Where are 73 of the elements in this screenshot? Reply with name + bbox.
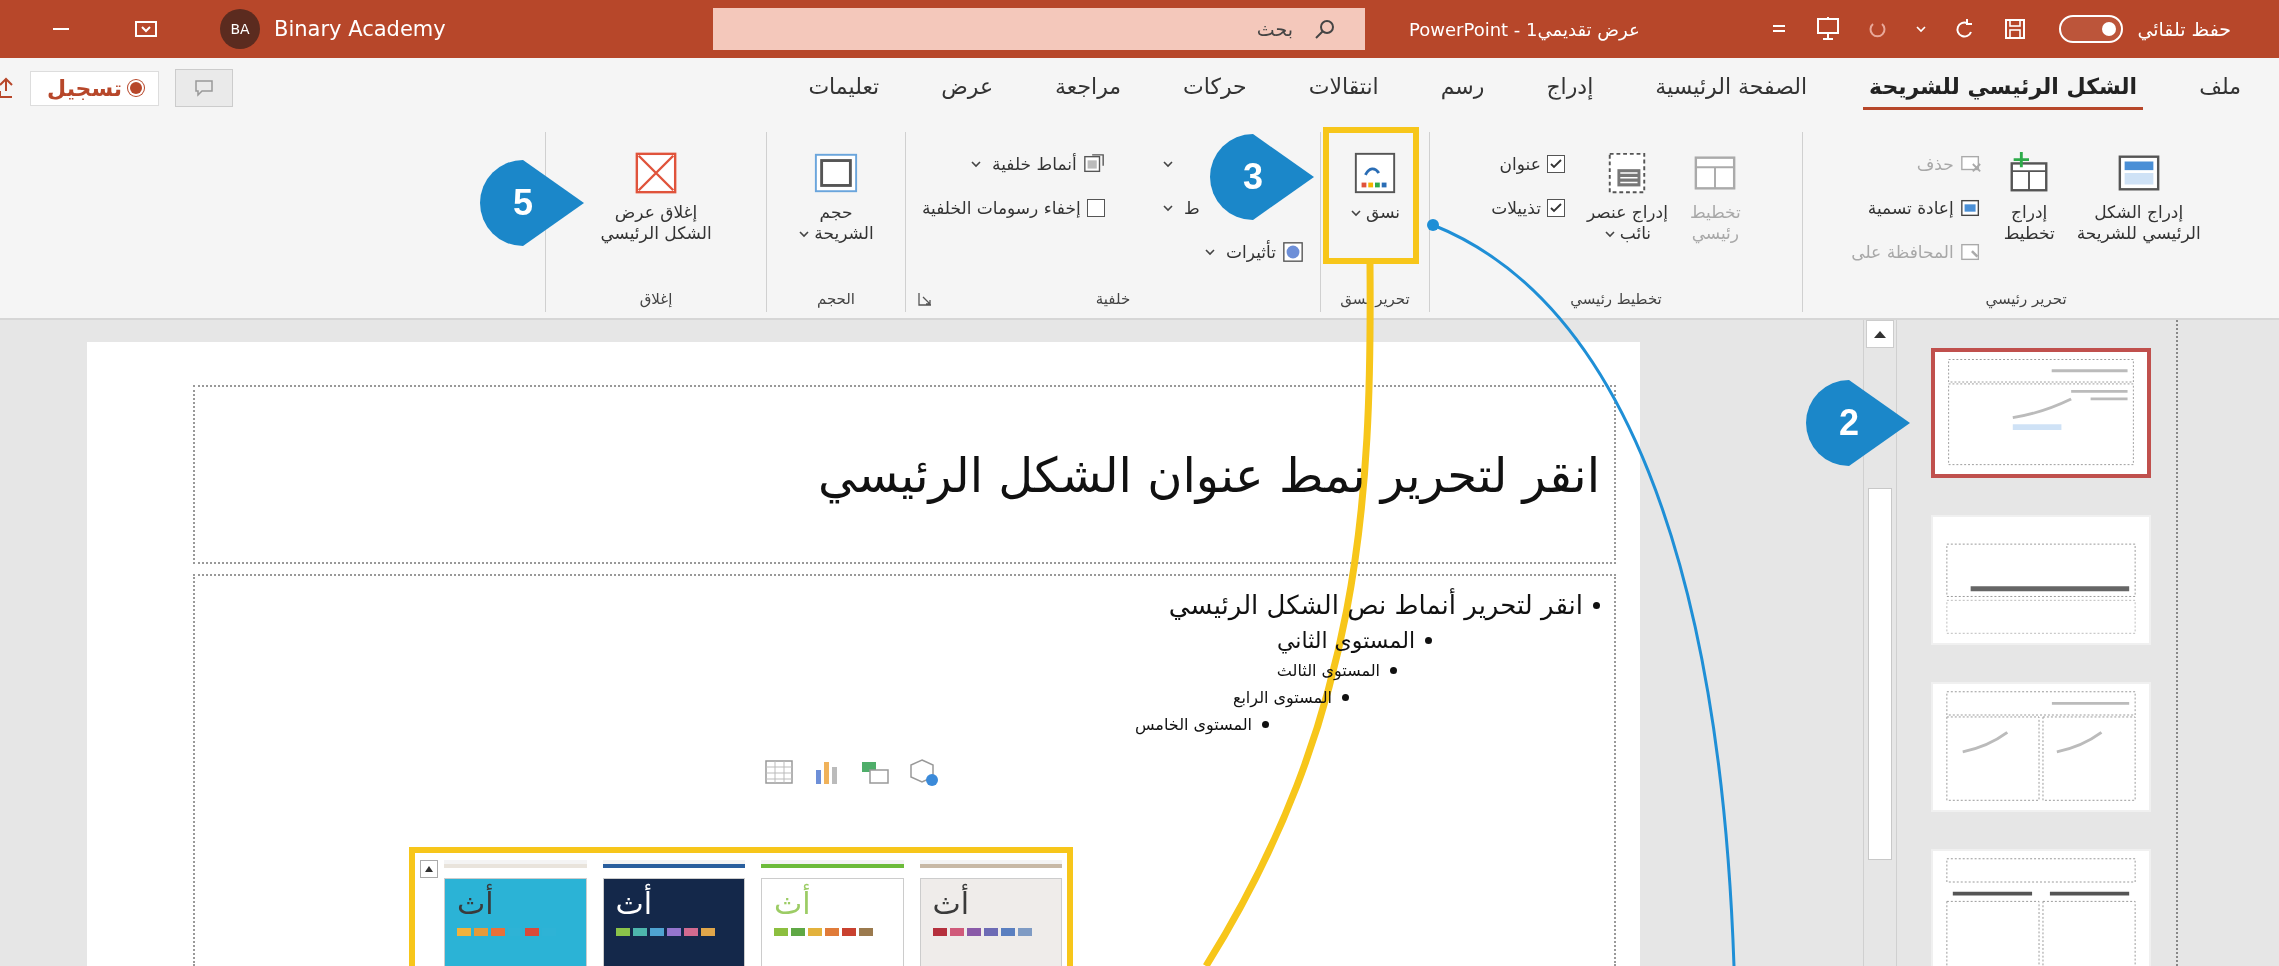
search-field[interactable]: بحث [713, 8, 1365, 50]
ribbon-tab[interactable]: حركات [1177, 66, 1253, 110]
account-avatar[interactable]: BA [220, 9, 260, 49]
bullet-icon [1425, 637, 1432, 644]
theme-thumbnail[interactable]: أث [919, 878, 1062, 966]
ribbon-button[interactable]: نسق [1345, 146, 1405, 228]
autosave-label: حفظ تلقائي [2137, 18, 2231, 40]
rename-icon [1959, 197, 1982, 219]
group-label: تحرير رئيسي [1985, 290, 2067, 308]
close-icon [633, 150, 679, 196]
checkbox-label[interactable]: عنوان [1499, 154, 1541, 174]
effects-icon [1282, 241, 1304, 263]
ribbon-tab[interactable]: رسم [1434, 66, 1491, 110]
group-label: إغلاق [639, 290, 673, 308]
theme-icon [1352, 150, 1398, 196]
title-placeholder[interactable]: انقر لتحرير نمط عنوان الشكل الرئيسي [193, 385, 1616, 564]
checkbox[interactable] [1546, 155, 1565, 173]
document-title: عرض تقديمي1 - PowerPoint [1409, 18, 1640, 40]
ribbon-tab[interactable]: إدراج [1540, 66, 1600, 110]
account-name[interactable]: Binary Academy [274, 17, 446, 41]
ribbon-button[interactable]: إدراج عنصر نائب [1582, 146, 1672, 249]
ribbon-button[interactable]: إغلاق عرض الشكل الرئيسي [596, 146, 716, 249]
dialog-launcher-icon[interactable] [918, 292, 932, 306]
save-icon[interactable] [2003, 17, 2028, 41]
ribbon-button[interactable]: تأثيرات [1158, 234, 1308, 270]
group-label: تخطيط رئيسي [1570, 290, 1662, 308]
checkbox[interactable] [1546, 199, 1565, 217]
checkbox[interactable] [1086, 199, 1105, 217]
ribbon-button[interactable]: حجم الشريحة [794, 146, 878, 249]
record-button[interactable]: تسجيل [30, 70, 160, 106]
present-icon[interactable] [1815, 16, 1842, 42]
checkbox-label[interactable]: تذييلات [1491, 198, 1541, 218]
record-icon [130, 82, 143, 94]
ribbon-button[interactable]: ط [1158, 190, 1204, 226]
scrollbar-thumb[interactable] [1868, 488, 1892, 860]
checkbox-label[interactable]: إخفاء رسومات الخلفية [922, 198, 1081, 218]
callout-marker: 2 [1806, 380, 1910, 466]
ribbon-button[interactable]: أنماط خلفية [918, 146, 1109, 182]
ribbon-button[interactable]: إدراج تخطيط [1999, 146, 2059, 249]
bullet-icon [1342, 694, 1349, 701]
comment-icon [194, 79, 215, 97]
group-label: الحجم [816, 290, 856, 308]
ribbon-button[interactable]: إدراج الشكل الرئيسي للشريحة [2072, 146, 2205, 249]
background-styles-icon [1082, 153, 1105, 175]
ribbon-tab[interactable]: مراجعة [1049, 66, 1128, 110]
theme-thumbnail[interactable]: أث [444, 878, 587, 966]
ribbon-tab[interactable]: عرض [935, 66, 1000, 110]
scroll-up-icon[interactable] [1866, 320, 1894, 348]
callout-marker: 5 [480, 160, 584, 246]
caret-icon[interactable] [1915, 23, 1928, 35]
delete-slide-icon [1959, 153, 1982, 175]
search-icon [1313, 17, 1337, 41]
ribbon-tab[interactable]: ملف [2193, 66, 2247, 110]
slide-title: انقر لتحرير نمط عنوان الشكل الرئيسي [817, 446, 1600, 503]
bullet-icon [1390, 667, 1397, 674]
slide-pin-icon [1959, 241, 1982, 263]
bullet-icon [1262, 721, 1269, 728]
callout-marker: 3 [1210, 134, 1314, 220]
ribbon-tab[interactable]: الصفحة الرئيسية [1649, 66, 1814, 110]
slide-thumbnail[interactable] [1931, 348, 2151, 478]
ribbon-button[interactable]: إعادة تسمية [1847, 190, 1986, 226]
group-label: خلفية [1095, 290, 1131, 308]
ribbon-tab[interactable]: الشكل الرئيسي للشريحة [1863, 66, 2144, 110]
body-text: المستوى الخامس [1134, 715, 1252, 734]
share-icon[interactable] [0, 77, 14, 99]
theme-thumbnail[interactable]: أث [602, 878, 745, 966]
3d-model-icon[interactable] [908, 758, 940, 788]
ribbon-tab[interactable]: انتقالات [1302, 66, 1385, 110]
scroll-up-icon[interactable] [420, 860, 438, 878]
bullet-icon [1593, 601, 1600, 609]
ribbon-display-icon[interactable] [134, 18, 158, 40]
autosave-toggle[interactable] [2059, 15, 2124, 43]
ribbon-tab[interactable]: تعليمات [802, 66, 886, 110]
